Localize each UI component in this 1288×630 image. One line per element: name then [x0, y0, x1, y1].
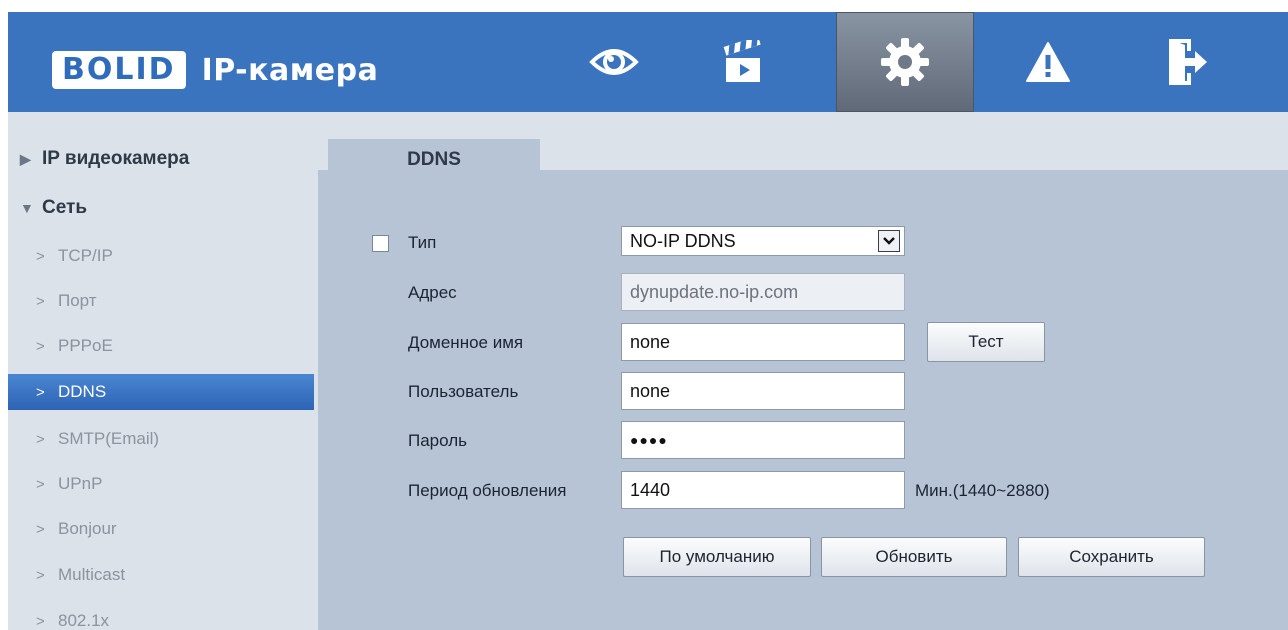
test-button[interactable]: Тест	[927, 322, 1045, 362]
chevron-right-icon: >	[36, 567, 45, 584]
sidebar-item-tcpip[interactable]: > TCP/IP	[8, 239, 318, 273]
chevron-right-icon: >	[36, 248, 45, 265]
triangle-right-icon: ▶	[20, 151, 31, 167]
chevron-right-icon: >	[36, 431, 45, 448]
sidebar-item-label: 802.1x	[58, 611, 110, 630]
chevron-right-icon: >	[36, 521, 45, 538]
domain-label: Доменное имя	[408, 333, 524, 352]
period-field[interactable]: 1440	[621, 471, 905, 509]
refresh-button[interactable]: Обновить	[821, 537, 1007, 577]
sidebar-item-pppoe[interactable]: > PPPoE	[8, 329, 318, 363]
sidebar-group-label: IP видеокамера	[42, 148, 190, 169]
exit-icon[interactable]	[1138, 12, 1238, 112]
address-label: Адрес	[408, 283, 457, 302]
eye-icon[interactable]	[564, 12, 664, 112]
type-select-value: NO-IP DDNS	[630, 231, 736, 251]
app-title: IP-камера	[201, 52, 379, 88]
sidebar-group-ip-camera[interactable]: ▶ IP видеокамера	[8, 142, 318, 176]
user-field[interactable]: none	[621, 372, 905, 410]
period-label: Период обновления	[408, 481, 567, 500]
panel-top	[318, 170, 1288, 181]
chevron-right-icon: >	[36, 384, 45, 401]
sidebar-item-label: SMTP(Email)	[58, 429, 160, 448]
save-button[interactable]: Сохранить	[1018, 537, 1205, 577]
address-field: dynupdate.no-ip.com	[621, 273, 905, 311]
sidebar-item-smtp[interactable]: > SMTP(Email)	[8, 422, 318, 456]
sidebar-item-label: Multicast	[58, 565, 126, 584]
chevron-down-icon[interactable]	[878, 230, 900, 252]
chevron-right-icon: >	[36, 293, 45, 310]
password-field[interactable]: ●●●●	[621, 421, 905, 459]
period-hint: Мин.(1440~2880)	[915, 481, 1050, 500]
user-label: Пользователь	[408, 382, 519, 401]
sidebar-group-label: Сеть	[42, 197, 88, 218]
sidebar-item-8021x[interactable]: >802.1x	[8, 604, 318, 630]
domain-field[interactable]: none	[621, 323, 905, 361]
sidebar-group-network[interactable]: ▼ Сеть	[8, 191, 318, 225]
chevron-right-icon: >	[36, 338, 45, 355]
type-select[interactable]: NO-IP DDNS	[621, 226, 905, 256]
sidebar-item-label: DDNS	[58, 382, 107, 401]
sidebar-item-label: Порт	[58, 291, 97, 310]
chevron-right-icon: >	[36, 476, 45, 493]
type-label: Тип	[408, 233, 437, 252]
sidebar-item-port[interactable]: > Порт	[8, 284, 318, 318]
warning-icon[interactable]	[998, 12, 1098, 112]
app-frame: BOLID IP-камера ▶ IP видеокамера ▼ Сеть …	[8, 0, 1288, 630]
top-border	[8, 0, 1288, 12]
type-enable-checkbox[interactable]	[372, 235, 389, 252]
sidebar-item-upnp[interactable]: > UPnP	[8, 467, 318, 501]
sidebar-item-bonjour[interactable]: > Bonjour	[8, 512, 318, 546]
logo-text: BOLID	[52, 51, 186, 89]
sidebar: ▶ IP видеокамера ▼ Сеть > TCP/IP > Порт > PPP…	[8, 112, 318, 630]
header-bar: BOLID IP-камера	[8, 12, 1288, 112]
triangle-down-icon: ▼	[20, 200, 34, 216]
clapperboard-icon[interactable]	[694, 12, 794, 112]
chevron-right-icon: >	[36, 613, 45, 630]
logo: BOLID IP-камера	[52, 49, 378, 91]
sidebar-item-multicast[interactable]: > Multicast	[8, 558, 318, 592]
sidebar-item-label: TCP/IP	[58, 246, 113, 265]
sidebar-item-label: PPPoE	[58, 336, 113, 355]
main-content: DDNS Тип NO-IP DDNS Адрес dynupdate.no-i…	[318, 112, 1288, 630]
sidebar-item-label: Bonjour	[58, 519, 117, 538]
gear-icon[interactable]	[836, 12, 974, 112]
password-label: Пароль	[408, 431, 467, 450]
sidebar-item-label: UPnP	[58, 474, 103, 493]
sidebar-item-ddns[interactable]: > DDNS	[8, 374, 314, 410]
default-button[interactable]: По умолчанию	[623, 537, 811, 577]
